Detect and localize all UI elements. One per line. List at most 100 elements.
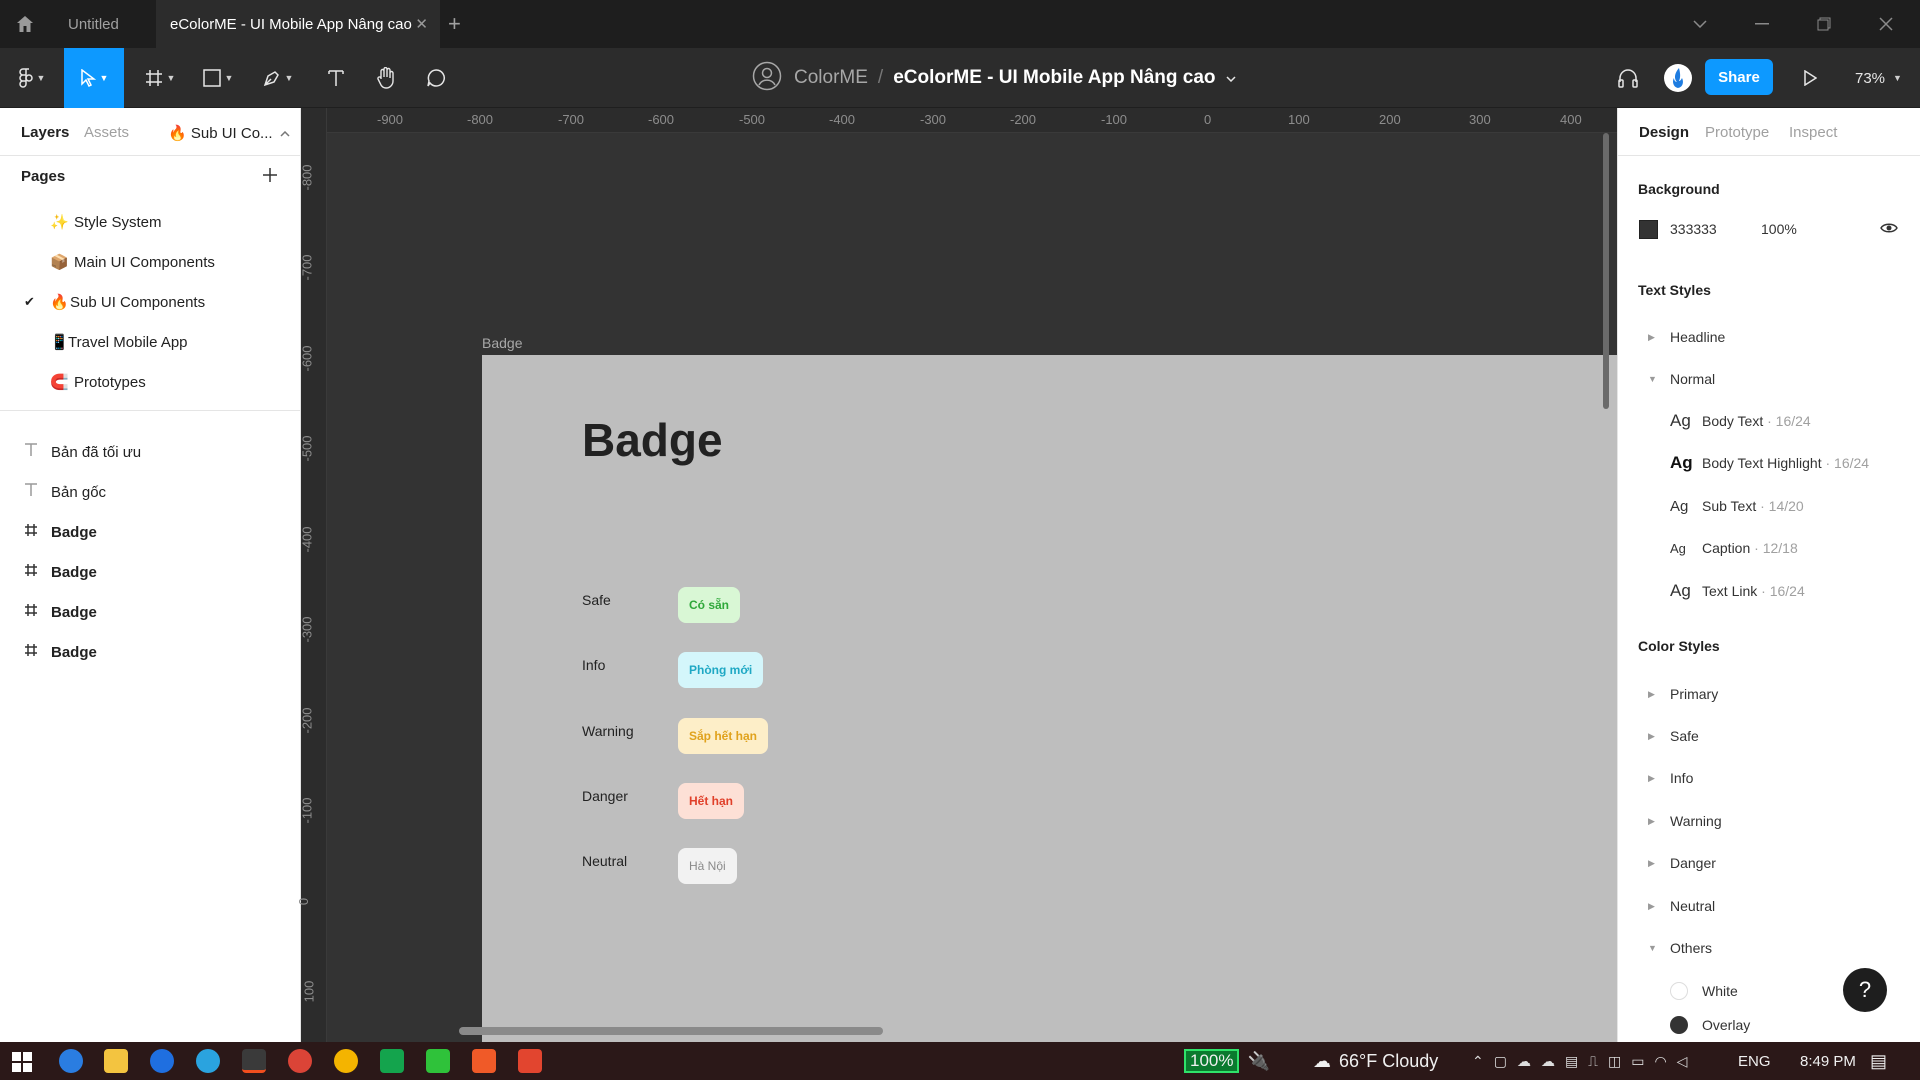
hand-tool-icon[interactable] — [364, 48, 408, 108]
page-item-prototypes[interactable]: 🧲 Prototypes — [0, 362, 300, 402]
horizontal-scrollbar[interactable] — [459, 1027, 883, 1035]
text-style-group[interactable]: ▶ Headline — [1618, 322, 1920, 352]
frame-title[interactable]: Badge — [582, 413, 723, 467]
background-fill-row[interactable]: 333333 100% — [1618, 214, 1920, 244]
color-style-group[interactable]: ▶ Warning — [1618, 806, 1920, 836]
text-style-item[interactable]: Ag Caption · 12/18 — [1618, 533, 1920, 563]
edge-browser-icon[interactable] — [59, 1049, 83, 1073]
chevron-up-icon[interactable] — [280, 124, 290, 141]
badge-row-label[interactable]: Neutral — [582, 853, 627, 869]
badge-safe[interactable]: Có sẵn — [678, 587, 741, 623]
notifications-icon[interactable]: ▤ — [1870, 1042, 1887, 1080]
page-item-travel-mobile-app[interactable]: 📱 Travel Mobile App — [0, 322, 300, 362]
chevron-down-icon[interactable] — [1225, 69, 1236, 87]
zalo-icon[interactable] — [150, 1049, 174, 1073]
help-button[interactable]: ? — [1843, 968, 1887, 1012]
weather-widget[interactable]: ☁ 66°F Cloudy — [1313, 1042, 1438, 1080]
tab-untitled[interactable]: Untitled — [50, 0, 156, 48]
chat-app-icon[interactable] — [380, 1049, 404, 1073]
color-style-group[interactable]: ▶ Safe — [1618, 721, 1920, 751]
present-play-icon[interactable] — [1788, 48, 1832, 108]
layer-item[interactable]: Badge — [0, 512, 300, 552]
badge-warning[interactable]: Sắp hết hạn — [678, 718, 769, 754]
page-item-main-ui-components[interactable]: 📦 Main UI Components — [0, 242, 300, 282]
text-style-group[interactable]: ▼ Normal — [1618, 364, 1920, 394]
main-menu-figma-icon[interactable]: ▼ — [10, 48, 54, 108]
frame-label[interactable]: Badge — [482, 335, 522, 351]
system-tray-icons[interactable]: ⌃▢☁☁▤⎍◫▭◠◁ — [1472, 1042, 1697, 1080]
add-page-plus-icon[interactable] — [262, 167, 278, 188]
tab-prototype[interactable]: Prototype — [1705, 124, 1769, 141]
tab-layers[interactable]: Layers — [21, 124, 69, 141]
figma-app-icon[interactable] — [242, 1049, 266, 1073]
tab-active-file[interactable]: eColorME - UI Mobile App Nâng cao ✕ — [156, 0, 440, 48]
page-item-style-system[interactable]: ✨ Style System — [0, 202, 300, 242]
layer-item[interactable]: Badge — [0, 632, 300, 672]
text-style-item[interactable]: Ag Body Text · 16/24 — [1618, 406, 1920, 436]
badge-info[interactable]: Phòng mới — [678, 652, 764, 688]
badge-row-label[interactable]: Info — [582, 657, 605, 673]
color-style-item[interactable]: Overlay — [1618, 1012, 1920, 1038]
file-name[interactable]: eColorME - UI Mobile App Nâng cao — [893, 67, 1215, 89]
close-window-icon[interactable] — [1856, 0, 1916, 48]
page-selector[interactable]: 🔥 Sub UI Co... — [168, 124, 273, 142]
zoom-dropdown[interactable]: 73% ▼ — [1855, 48, 1902, 108]
badge-row-label[interactable]: Warning — [582, 723, 634, 739]
color-style-group[interactable]: ▶ Neutral — [1618, 891, 1920, 921]
share-button[interactable]: Share — [1705, 59, 1773, 95]
layer-item[interactable]: Badge — [0, 592, 300, 632]
file-explorer-icon[interactable] — [104, 1049, 128, 1073]
layer-item[interactable]: Badge — [0, 552, 300, 592]
color-style-group[interactable]: ▶ Primary — [1618, 679, 1920, 709]
badge-row-label[interactable]: Safe — [582, 592, 611, 608]
telegram-icon[interactable] — [196, 1049, 220, 1073]
pen-tool-icon[interactable]: ▼ — [256, 48, 300, 108]
chrome-profile-icon[interactable] — [288, 1049, 312, 1073]
badge-frame[interactable]: Badge Safe Có sẵn Info Phòng mới Warning… — [482, 355, 1617, 1042]
camtasia-icon[interactable] — [426, 1049, 450, 1073]
color-style-group[interactable]: ▶ Info — [1618, 763, 1920, 793]
background-opacity-field[interactable]: 100% — [1761, 221, 1797, 237]
chevron-down-icon[interactable] — [1670, 0, 1730, 48]
team-name[interactable]: ColorME — [794, 67, 868, 89]
color-style-group[interactable]: ▼ Others — [1618, 933, 1920, 963]
badge-row-label[interactable]: Danger — [582, 788, 628, 804]
color-style-group[interactable]: ▶ Danger — [1618, 848, 1920, 878]
language-indicator[interactable]: ENG — [1738, 1042, 1771, 1080]
tab-inspect[interactable]: Inspect — [1789, 124, 1837, 141]
restore-icon[interactable] — [1794, 0, 1854, 48]
background-hex-field[interactable]: 333333 — [1670, 221, 1717, 237]
tab-assets[interactable]: Assets — [84, 124, 129, 141]
text-style-item[interactable]: Ag Text Link · 16/24 — [1618, 576, 1920, 606]
windows-start-icon[interactable] — [12, 1052, 32, 1077]
headphones-audio-icon[interactable] — [1606, 48, 1650, 108]
layer-item[interactable]: Bản gốc — [0, 472, 300, 512]
text-style-item[interactable]: Ag Body Text Highlight · 16/24 — [1618, 448, 1920, 478]
tab-design[interactable]: Design — [1639, 124, 1689, 141]
chrome-icon[interactable] — [334, 1049, 358, 1073]
close-icon[interactable]: ✕ — [415, 15, 428, 33]
clock[interactable]: 8:49 PM — [1800, 1042, 1856, 1080]
comment-tool-icon[interactable] — [414, 48, 458, 108]
new-tab-plus-icon[interactable]: + — [448, 0, 472, 48]
rectangle-tool-icon[interactable]: ▼ — [196, 48, 240, 108]
eye-visibility-icon[interactable] — [1880, 221, 1898, 237]
page-item-sub-ui-components[interactable]: ✔ 🔥 Sub UI Components — [0, 282, 300, 322]
badge-danger[interactable]: Hết hạn — [678, 783, 745, 819]
background-color-swatch[interactable] — [1639, 219, 1658, 239]
canvas[interactable]: Badge Badge Safe Có sẵn Info Phòng mới W… — [327, 133, 1617, 1042]
user-avatar[interactable] — [1656, 48, 1700, 108]
text-style-item[interactable]: Ag Sub Text · 14/20 — [1618, 491, 1920, 521]
text-tool-icon[interactable] — [314, 48, 358, 108]
recorder-app-icon[interactable] — [518, 1049, 542, 1073]
minimize-icon[interactable] — [1732, 0, 1792, 48]
team-avatar-icon[interactable] — [752, 61, 782, 96]
vertical-scrollbar[interactable] — [1603, 133, 1609, 409]
home-icon[interactable] — [0, 0, 50, 48]
frame-tool-icon[interactable]: ▼ — [138, 48, 182, 108]
badge-neutral[interactable]: Hà Nội — [678, 848, 737, 884]
battery-indicator[interactable]: 100% 🔌 — [1184, 1042, 1270, 1080]
layer-item[interactable]: Bản đã tối ưu — [0, 432, 300, 472]
media-app-icon[interactable] — [472, 1049, 496, 1073]
move-tool[interactable]: ▼ — [64, 48, 124, 108]
